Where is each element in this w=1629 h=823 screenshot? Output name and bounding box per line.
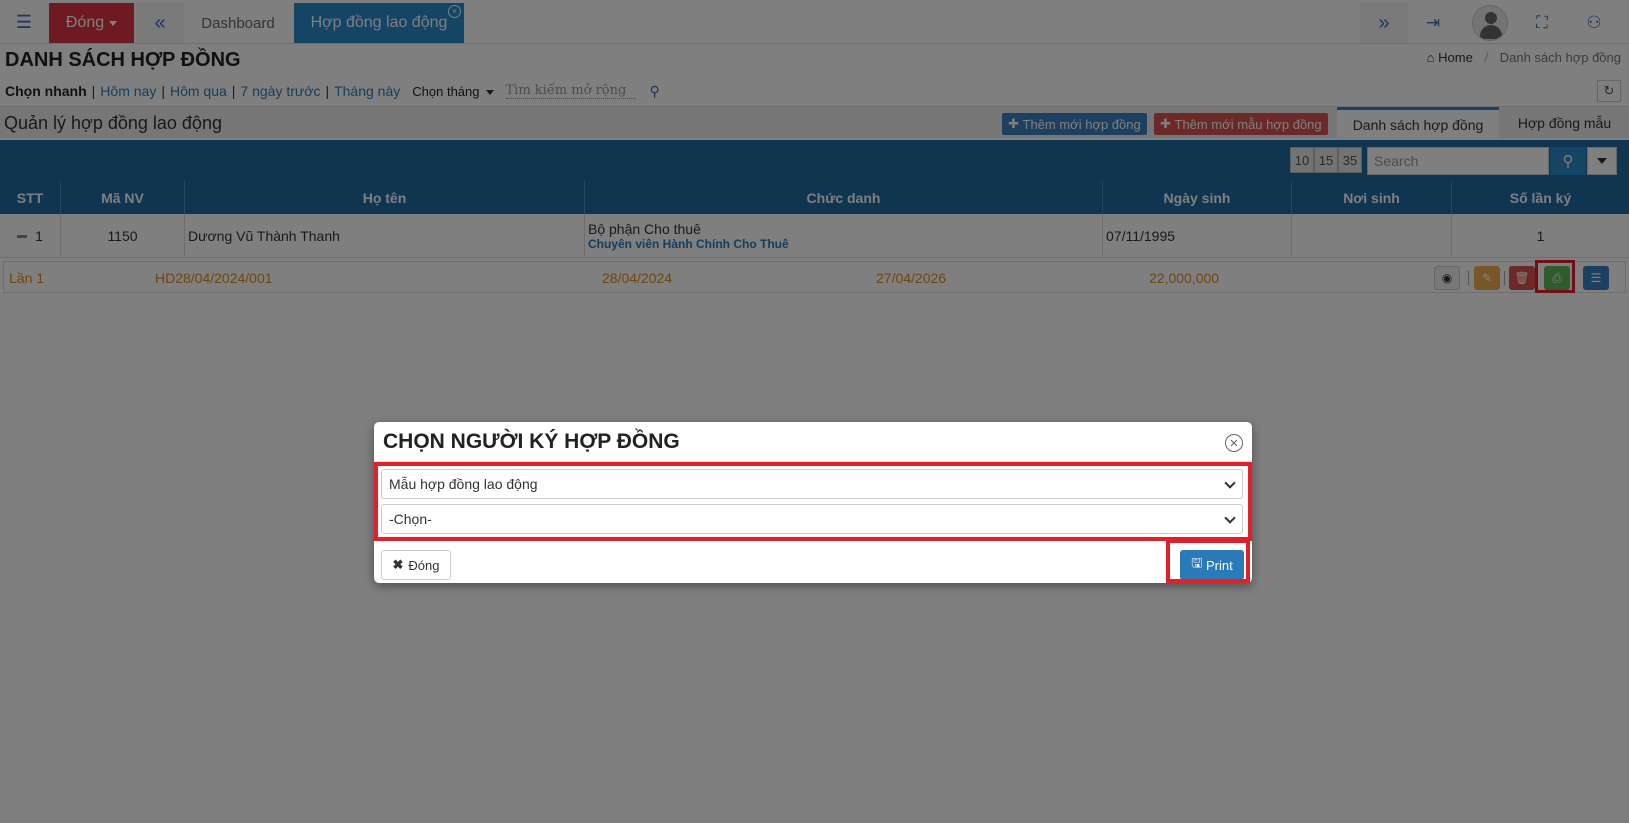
close-icon[interactable]: ✕	[1225, 434, 1243, 452]
choose-signer-modal: CHỌN NGƯỜI KÝ HỢP ĐỒNG ✕ Mẫu hợp đồng la…	[374, 422, 1252, 583]
modal-title: CHỌN NGƯỜI KÝ HỢP ĐỒNG	[383, 430, 680, 453]
highlight-selects	[374, 462, 1252, 541]
modal-backdrop[interactable]	[0, 0, 1629, 823]
highlight-print-button	[1166, 539, 1250, 583]
close-icon: ✖	[392, 557, 404, 572]
close-button[interactable]: ✖ Đóng	[381, 550, 451, 580]
close-button-label: Đóng	[408, 557, 440, 573]
